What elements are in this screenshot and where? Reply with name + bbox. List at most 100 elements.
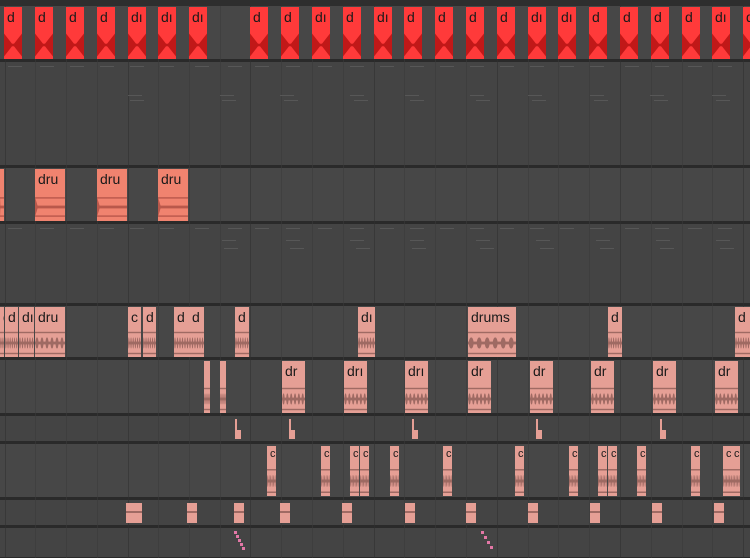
- audio-clip[interactable]: c: [350, 446, 359, 496]
- audio-clip[interactable]: drums: [468, 307, 516, 357]
- automation-point[interactable]: [242, 547, 245, 550]
- audio-clip[interactable]: d: [35, 7, 53, 59]
- automation-clip[interactable]: [660, 419, 666, 439]
- audio-clip[interactable]: c: [443, 446, 452, 496]
- audio-clip[interactable]: d: [97, 7, 115, 59]
- audio-clip[interactable]: c: [360, 446, 369, 496]
- automation-clip[interactable]: [412, 419, 418, 439]
- midi-clip[interactable]: [590, 503, 600, 523]
- audio-clip[interactable]: c: [691, 446, 700, 496]
- audio-clip[interactable]: d: [620, 7, 638, 59]
- audio-clip[interactable]: drı: [405, 361, 428, 413]
- audio-clip[interactable]: d: [608, 307, 622, 357]
- audio-clip[interactable]: d: [404, 7, 422, 59]
- track-lane[interactable]: [0, 224, 750, 304]
- clip-waveform: [569, 466, 578, 496]
- audio-clip[interactable]: c: [515, 446, 524, 496]
- audio-clip[interactable]: d: [0, 307, 4, 357]
- audio-clip[interactable]: d: [735, 307, 750, 357]
- audio-clip[interactable]: dı: [374, 7, 392, 59]
- audio-clip[interactable]: c: [731, 446, 740, 496]
- automation-point[interactable]: [490, 546, 493, 549]
- midi-clip[interactable]: [714, 503, 724, 523]
- midi-clip[interactable]: [528, 503, 538, 523]
- audio-clip[interactable]: c: [608, 446, 617, 496]
- midi-clip[interactable]: [187, 503, 197, 523]
- automation-point[interactable]: [481, 531, 484, 534]
- track-lane[interactable]: [0, 528, 750, 558]
- automation-clip[interactable]: [289, 419, 295, 439]
- audio-clip[interactable]: d: [435, 7, 453, 59]
- automation-point[interactable]: [238, 539, 241, 542]
- audio-clip[interactable]: d: [743, 7, 750, 59]
- audio-clip[interactable]: d: [589, 7, 607, 59]
- audio-clip[interactable]: d: [66, 7, 84, 59]
- audio-clip[interactable]: dı: [558, 7, 576, 59]
- audio-clip[interactable]: c: [267, 446, 276, 496]
- track-lane[interactable]: [0, 416, 750, 442]
- audio-clip[interactable]: c: [569, 446, 578, 496]
- audio-clip[interactable]: d: [343, 7, 361, 59]
- audio-clip[interactable]: dr: [468, 361, 491, 413]
- audio-clip[interactable]: dı: [528, 7, 546, 59]
- audio-clip[interactable]: dı: [312, 7, 330, 59]
- audio-clip[interactable]: c: [128, 307, 141, 357]
- audio-clip[interactable]: dı: [19, 307, 34, 357]
- audio-clip[interactable]: dru: [35, 307, 65, 357]
- audio-clip[interactable]: d: [4, 7, 22, 59]
- audio-clip[interactable]: dru: [158, 169, 188, 221]
- track-lane[interactable]: [0, 360, 750, 414]
- audio-clip[interactable]: d: [5, 307, 18, 357]
- track-lane[interactable]: [0, 306, 750, 358]
- audio-clip[interactable]: dı: [158, 7, 176, 59]
- automation-point[interactable]: [240, 543, 243, 546]
- audio-clip[interactable]: dr: [282, 361, 305, 413]
- automation-point[interactable]: [234, 531, 237, 534]
- clip-label: drı: [408, 363, 425, 379]
- automation-point[interactable]: [484, 536, 487, 539]
- audio-clip[interactable]: d: [189, 307, 204, 357]
- audio-clip[interactable]: drı: [344, 361, 367, 413]
- audio-clip[interactable]: c: [390, 446, 399, 496]
- audio-clip[interactable]: d: [651, 7, 669, 59]
- audio-clip[interactable]: c: [598, 446, 607, 496]
- audio-clip[interactable]: dr: [653, 361, 676, 413]
- audio-clip[interactable]: c: [637, 446, 646, 496]
- audio-clip[interactable]: dr: [591, 361, 614, 413]
- audio-clip[interactable]: [204, 361, 210, 413]
- track-lane[interactable]: [0, 62, 750, 166]
- midi-clip[interactable]: [405, 503, 415, 523]
- audio-clip[interactable]: d: [174, 307, 189, 357]
- midi-clip[interactable]: [234, 503, 244, 523]
- audio-clip[interactable]: c: [321, 446, 330, 496]
- midi-clip[interactable]: [466, 503, 476, 523]
- audio-clip[interactable]: dı: [712, 7, 730, 59]
- arrangement-view[interactable]: d d d d dı dı dı d d dı d dı d d d d dı dı d d d d dı d dru dru dr…: [0, 0, 750, 558]
- audio-clip[interactable]: d: [497, 7, 515, 59]
- automation-point[interactable]: [487, 541, 490, 544]
- audio-clip[interactable]: dı: [189, 7, 207, 59]
- automation-point[interactable]: [236, 535, 239, 538]
- audio-clip[interactable]: dru: [97, 169, 127, 221]
- midi-clip[interactable]: [126, 503, 142, 523]
- audio-clip[interactable]: d: [466, 7, 484, 59]
- audio-clip[interactable]: [0, 169, 4, 221]
- audio-clip[interactable]: d: [682, 7, 700, 59]
- clip-label: c: [324, 448, 330, 460]
- audio-clip[interactable]: [220, 361, 226, 413]
- audio-clip[interactable]: dru: [35, 169, 65, 221]
- track-lane[interactable]: [0, 500, 750, 526]
- midi-clip[interactable]: [342, 503, 352, 523]
- audio-clip[interactable]: dı: [128, 7, 146, 59]
- audio-clip[interactable]: dr: [530, 361, 553, 413]
- audio-clip[interactable]: d: [281, 7, 299, 59]
- midi-clip[interactable]: [280, 503, 290, 523]
- audio-clip[interactable]: dı: [358, 307, 375, 357]
- audio-clip[interactable]: d: [235, 307, 249, 357]
- audio-clip[interactable]: d: [143, 307, 156, 357]
- automation-clip[interactable]: [235, 419, 241, 439]
- automation-clip[interactable]: [536, 419, 542, 439]
- midi-clip[interactable]: [652, 503, 662, 523]
- audio-clip[interactable]: dr: [715, 361, 738, 413]
- audio-clip[interactable]: d: [250, 7, 268, 59]
